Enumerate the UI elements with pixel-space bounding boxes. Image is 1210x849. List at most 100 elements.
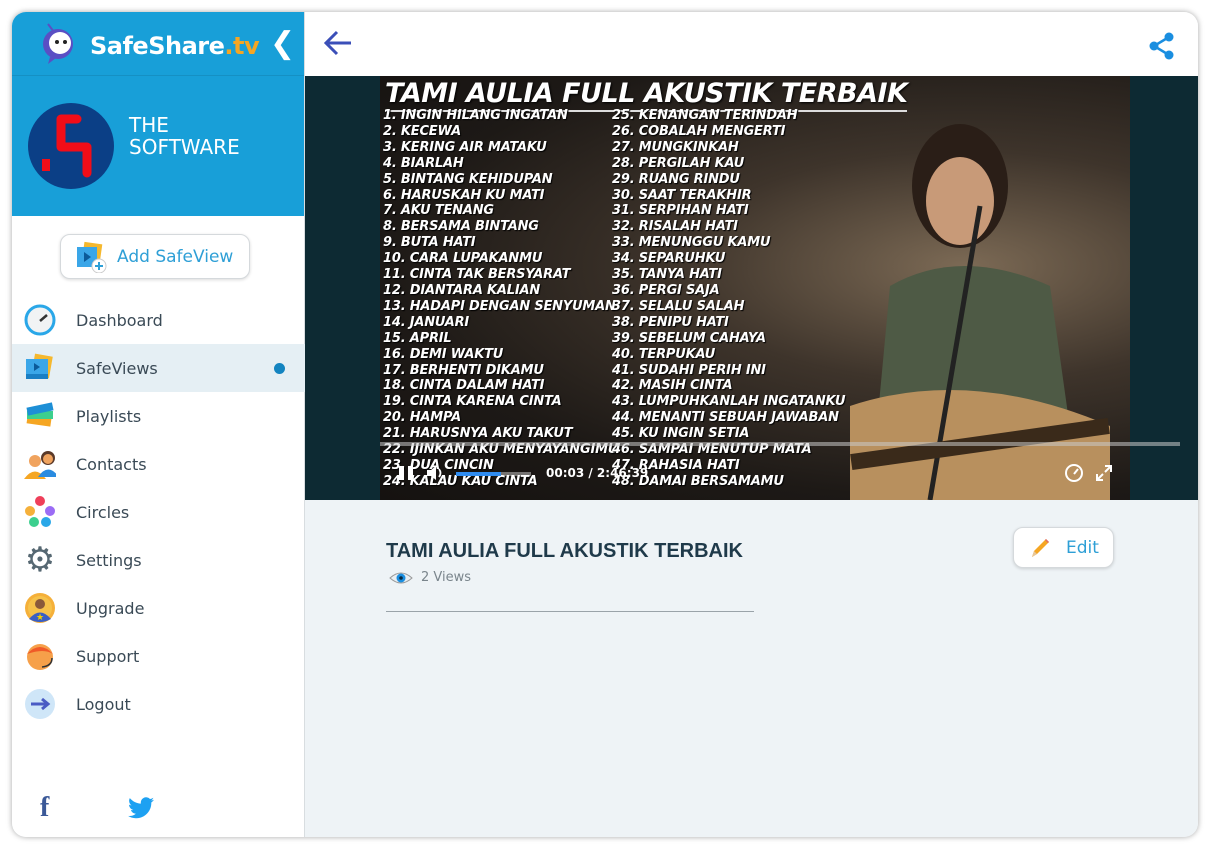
nav-label: Playlists (76, 406, 142, 426)
views-label: 2 Views (421, 570, 472, 585)
seek-bar[interactable] (380, 442, 1180, 446)
song-list-item: 45. KU INGIN SETIA (612, 426, 750, 442)
video-frame[interactable]: TAMI AULIA FULL AKUSTIK TERBAIK 1. INGIN… (380, 76, 1130, 500)
volume-slider[interactable] (456, 472, 531, 476)
gear-icon: ⚙ (24, 540, 56, 580)
facebook-icon[interactable]: f (40, 792, 49, 824)
song-list-item: 6. HARUSKAH KU MATI (383, 187, 545, 203)
song-list-item: 28. PERGILAH KAU (612, 155, 745, 171)
song-list-item: 15. APRIL (383, 330, 452, 346)
song-list-item: 9. BUTA HATI (383, 235, 476, 251)
nav-label: Logout (76, 694, 131, 714)
song-list-left: 1. INGIN HILANG INGATAN 2. KECEWA 3. KERIN… (383, 108, 618, 490)
sidebar-nav: Dashboard SafeViews Playlists Contacts C… (12, 296, 305, 728)
song-list-item: 20. HAMPA (383, 410, 462, 426)
view-count: 2 Views (389, 570, 471, 585)
brand-name: SafeShare.tv (90, 32, 260, 60)
song-list-item: 19. CINTA KARENA CINTA (383, 394, 562, 410)
sidebar-item-upgrade[interactable]: ★ Upgrade (12, 584, 305, 632)
song-list-item: 7. AKU TENANG (383, 203, 494, 219)
video-title: TAMI AULIA FULL AKUSTIK TERBAIK (386, 540, 744, 562)
song-list-item: 10. CARA LUPAKANMU (383, 251, 543, 267)
song-list-item: 30. SAAT TERAKHIR (612, 187, 752, 203)
active-indicator-dot (274, 362, 285, 374)
song-list-item: 31. SERPIHAN HATI (612, 203, 749, 219)
video-player[interactable]: TAMI AULIA FULL AKUSTIK TERBAIK 1. INGIN… (305, 76, 1198, 500)
support-icon (24, 640, 56, 672)
song-list-item: 36. PERGI SAJA (612, 282, 720, 298)
contacts-icon (24, 448, 56, 480)
sidebar-item-dashboard[interactable]: Dashboard (12, 296, 305, 344)
nav-label: Contacts (76, 454, 147, 474)
song-list-item: 34. SEPARUHKU (612, 251, 726, 267)
song-list-item: 13. HADAPI DENGAN SENYUMAN (383, 298, 616, 314)
top-bar (305, 12, 1198, 76)
sidebar-item-settings[interactable]: ⚙ Settings (12, 536, 305, 584)
video-details: TAMI AULIA FULL AKUSTIK TERBAIK 2 Views … (305, 500, 1198, 837)
main-panel: TAMI AULIA FULL AKUSTIK TERBAIK 1. INGIN… (305, 12, 1198, 837)
song-list-item: 26. COBALAH MENGERTI (612, 123, 786, 139)
eye-icon (389, 572, 413, 583)
song-list-item: 11. CINTA TAK BERSYARAT (383, 267, 571, 283)
song-list-item: 44. MENANTI SEBUAH JAWABAN (612, 410, 839, 426)
profile-section: THE SOFTWARE (12, 76, 304, 216)
nav-label: Support (76, 646, 140, 666)
song-list-item: 3. KERING AIR MATAKU (383, 139, 547, 155)
song-list-item: 32. RISALAH HATI (612, 219, 738, 235)
song-list-item: 18. CINTA DALAM HATI (383, 378, 545, 394)
song-list-item: 17. BERHENTI DIKAMU (383, 362, 544, 378)
nav-label: Settings (76, 550, 142, 570)
sidebar-item-playlists[interactable]: Playlists (12, 392, 305, 440)
dashboard-gauge-icon (24, 304, 56, 336)
nav-label: SafeViews (76, 358, 158, 378)
song-list-item: 40. TERPUKAU (612, 346, 716, 362)
sidebar-item-contacts[interactable]: Contacts (12, 440, 305, 488)
add-safeview-button[interactable]: Add SafeView (60, 234, 250, 279)
profile-name: THE SOFTWARE (129, 113, 240, 159)
edit-button[interactable]: Edit (1013, 527, 1114, 568)
nav-label: Circles (76, 502, 130, 522)
nav-label: Dashboard (76, 310, 163, 330)
back-arrow-icon[interactable] (321, 26, 355, 64)
song-list-item: 5. BINTANG KEHIDUPAN (383, 171, 553, 187)
safeviews-icon (24, 352, 56, 384)
song-list-item: 16. DEMI WAKTU (383, 346, 504, 362)
sidebar-item-safeviews[interactable]: SafeViews (12, 344, 305, 392)
logout-icon (24, 688, 56, 720)
sidebar: SafeShare.tv ❮ THE SOFTWARE Add SafeView… (12, 12, 305, 837)
nav-label: Upgrade (76, 598, 145, 618)
song-list-item: 43. LUMPUHKANLAH INGATANKU (612, 394, 846, 410)
brand-header: SafeShare.tv ❮ (12, 12, 304, 76)
video-performer-image (850, 124, 1110, 500)
song-list-item: 42. MASIH CINTA (612, 378, 733, 394)
avatar-logo-icon (42, 114, 92, 178)
chevron-left-icon[interactable]: ❮ (270, 26, 295, 61)
app-window: SafeShare.tv ❮ THE SOFTWARE Add SafeView… (12, 12, 1198, 837)
song-list-item: 14. JANUARI (383, 314, 470, 330)
avatar[interactable] (28, 103, 114, 189)
song-list-item: 39. SEBELUM CAHAYA (612, 330, 766, 346)
speed-gauge-icon[interactable] (1065, 464, 1083, 486)
sidebar-item-circles[interactable]: Circles (12, 488, 305, 536)
video-frame-title: TAMI AULIA FULL AKUSTIK TERBAIK (385, 78, 908, 112)
sidebar-item-logout[interactable]: Logout (12, 680, 305, 728)
circles-icon (24, 496, 56, 528)
share-icon[interactable] (1148, 32, 1176, 64)
fullscreen-icon[interactable] (1095, 464, 1113, 486)
song-list-item: 21. HARUSNYA AKU TAKUT (383, 426, 573, 442)
song-list-item: 4. BIARLAH (383, 155, 464, 171)
volume-icon[interactable] (426, 465, 446, 485)
song-list-item: 27. MUNGKINKAH (612, 139, 739, 155)
safeshare-logo-icon (43, 23, 73, 64)
svg-text:★: ★ (36, 613, 44, 623)
playlists-icon (24, 400, 56, 432)
sidebar-item-support[interactable]: Support (12, 632, 305, 680)
pencil-icon (1032, 538, 1049, 557)
song-list-item: 35. TANYA HATI (612, 267, 722, 283)
song-list-item: 33. MENUNGGU KAMU (612, 235, 771, 251)
pause-icon[interactable] (398, 465, 414, 485)
twitter-icon[interactable] (128, 797, 154, 825)
edit-label: Edit (1066, 537, 1099, 558)
brand-name-text: SafeShare (90, 32, 225, 60)
upgrade-icon: ★ (24, 592, 56, 624)
